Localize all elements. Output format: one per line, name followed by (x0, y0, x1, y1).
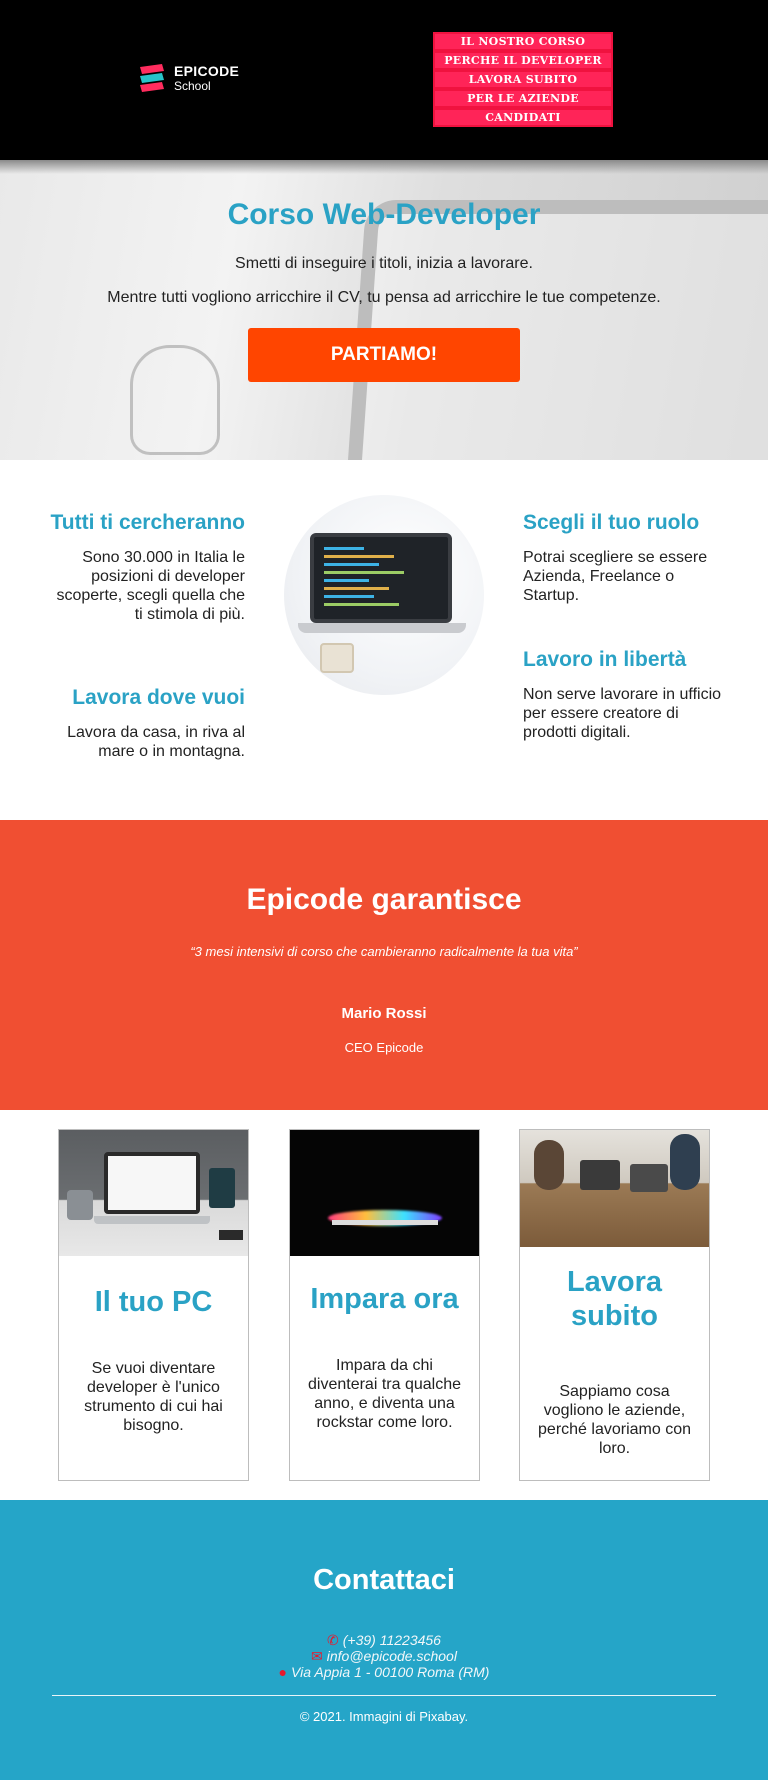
contact-address-text: Via Appia 1 - 00100 Roma (RM) (291, 1664, 490, 1680)
contact-email[interactable]: ✉ info@epicode.school (0, 1648, 768, 1665)
feature-lavoro-in-liberta: Lavoro in libertà Non serve lavorare in … (523, 647, 723, 742)
nav-item-candidati[interactable]: CANDIDATI (433, 108, 613, 127)
contact-title: Contattaci (313, 1564, 455, 1596)
card-il-tuo-pc: Il tuo PC Se vuoi diventare developer è … (58, 1129, 249, 1481)
card-text: Se vuoi diventare developer è l'unico st… (84, 1360, 223, 1434)
logo-mark-icon (140, 64, 164, 92)
contact-address[interactable]: ● Via Appia 1 - 00100 Roma (RM) (0, 1664, 768, 1680)
card-impara-ora: Impara ora Impara da chi diventerai tra … (289, 1129, 480, 1481)
card-text: Sappiamo cosa vogliono le aziende, perch… (538, 1383, 691, 1457)
epicode-logo[interactable]: EPICODE School (140, 62, 250, 96)
hero-background-glass (130, 345, 220, 455)
laptop-circle-image (284, 495, 484, 695)
feature-text: Sono 30.000 in Italia le posizioni di de… (56, 549, 245, 623)
cards-section: Il tuo PC Se vuoi diventare developer è … (0, 1110, 768, 1500)
feature-title: Tutti ti cercheranno (50, 511, 245, 534)
logo-subtitle: School (174, 79, 211, 93)
hero-description: Mentre tutti vogliono arricchire il CV, … (107, 289, 661, 306)
contact-email-text: info@epicode.school (326, 1648, 457, 1664)
site-header: EPICODE School IL NOSTRO CORSO PERCHE IL… (0, 0, 768, 160)
contact-phone[interactable]: ✆ (+39) 11223456 (0, 1632, 768, 1649)
card-image-glowing-laptop (290, 1130, 479, 1256)
guarantee-title: Epicode garantisce (246, 883, 522, 916)
card-title: Il tuo PC (94, 1286, 213, 1318)
card-image-desk-laptop (59, 1130, 248, 1256)
guarantee-section: Epicode garantisce “3 mesi intensivi di … (0, 820, 768, 1110)
feature-text: Non serve lavorare in ufficio per essere… (523, 686, 722, 741)
card-lavora-subito: Lavora subito Sappiamo cosa vogliono le … (519, 1129, 710, 1481)
feature-scegli-il-tuo-ruolo: Scegli il tuo ruolo Potrai scegliere se … (523, 510, 723, 605)
nav-item-il-nostro-corso[interactable]: IL NOSTRO CORSO (433, 32, 613, 51)
feature-text: Potrai scegliere se essere Azienda, Free… (523, 549, 708, 604)
testimonial-role: CEO Epicode (344, 1040, 424, 1055)
copyright: © 2021. Immagini di Pixabay. (299, 1709, 469, 1724)
envelope-icon: ✉ (311, 1648, 323, 1664)
card-text: Impara da chi diventerai tra qualche ann… (308, 1357, 461, 1431)
features-section: Tutti ti cercheranno Sono 30.000 in Ital… (0, 460, 768, 820)
card-title: Lavora subito (566, 1266, 663, 1332)
feature-tutti-ti-cercheranno: Tutti ti cercheranno Sono 30.000 in Ital… (45, 510, 245, 624)
logo-name: EPICODE (174, 63, 240, 79)
contact-phone-text: (+39) 11223456 (342, 1632, 441, 1648)
hero-title: Corso Web-Developer (227, 198, 541, 231)
feature-title: Lavora dove vuoi (72, 686, 245, 709)
feature-text: Lavora da casa, in riva al mare o in mon… (67, 724, 245, 760)
card-title: Impara ora (310, 1283, 459, 1315)
feature-lavora-dove-vuoi: Lavora dove vuoi Lavora da casa, in riva… (45, 685, 245, 761)
feature-title: Scegli il tuo ruolo (523, 511, 700, 534)
testimonial-quote: “3 mesi intensivi di corso che cambieran… (190, 944, 578, 959)
testimonial-name: Mario Rossi (341, 1005, 427, 1022)
nav-item-lavora-subito[interactable]: LAVORA SUBITO (433, 70, 613, 89)
partiamo-button[interactable]: PARTIAMO! (248, 328, 520, 382)
feature-title: Lavoro in libertà (523, 648, 687, 671)
nav-item-per-le-aziende[interactable]: PER LE AZIENDE (433, 89, 613, 108)
map-marker-icon: ● (278, 1664, 288, 1680)
footer-divider (52, 1695, 716, 1696)
card-image-team-working (520, 1130, 709, 1247)
hero-section: Corso Web-Developer Smetti di inseguire … (0, 160, 768, 460)
phone-icon: ✆ (327, 1632, 339, 1648)
site-footer: Contattaci ✆ (+39) 11223456 ✉ info@epicode… (0, 1500, 768, 1780)
hero-subtitle: Smetti di inseguire i titoli, inizia a l… (235, 255, 533, 272)
nav-item-perche-il-developer[interactable]: PERCHE IL DEVELOPER (433, 51, 613, 70)
main-nav: IL NOSTRO CORSO PERCHE IL DEVELOPER LAVO… (433, 32, 613, 127)
